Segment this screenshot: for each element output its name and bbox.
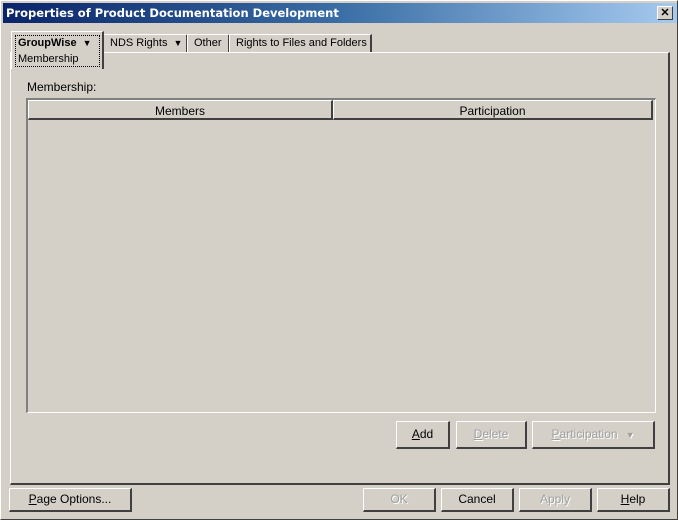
participation-label: articipation xyxy=(559,427,618,441)
delete-button[interactable]: Delete xyxy=(456,421,527,449)
close-icon: ✕ xyxy=(660,7,670,19)
tab-groupwise-subpage: Membership xyxy=(18,53,79,65)
participation-button[interactable]: Participation ▼ xyxy=(532,421,655,449)
apply-label: Apply xyxy=(539,492,571,506)
page-options-label: age Options... xyxy=(36,492,112,506)
column-header-participation[interactable]: Participation xyxy=(333,100,653,120)
tab-other-label: Other xyxy=(194,37,222,49)
tab-groupwise-label: GroupWise ▼ xyxy=(18,37,92,49)
properties-dialog: Properties of Product Documentation Deve… xyxy=(0,0,678,520)
tab-nds-rights[interactable]: NDS Rights ▼ xyxy=(103,34,188,53)
chevron-down-icon[interactable]: ▼ xyxy=(173,35,182,52)
cancel-button[interactable]: Cancel xyxy=(441,488,514,512)
tab-nds-rights-label: NDS Rights xyxy=(110,37,168,49)
add-button[interactable]: Add xyxy=(396,421,450,449)
column-header-members[interactable]: Members xyxy=(28,100,333,120)
help-button[interactable]: Help xyxy=(597,488,670,512)
chevron-down-icon[interactable]: ▼ xyxy=(83,38,92,48)
add-label: dd xyxy=(419,427,434,441)
close-button[interactable]: ✕ xyxy=(657,6,673,20)
title-bar[interactable]: Properties of Product Documentation Deve… xyxy=(3,3,677,23)
tab-rights-label: Rights to Files and Folders xyxy=(236,37,367,49)
chevron-down-icon: ▼ xyxy=(625,430,635,440)
add-mnemonic: A xyxy=(411,427,420,441)
tab-other[interactable]: Other xyxy=(187,34,230,53)
page-options-mnemonic: P xyxy=(28,492,37,506)
delete-label: elete xyxy=(482,427,509,441)
membership-table[interactable]: Members Participation xyxy=(26,98,656,413)
ok-button[interactable]: OK xyxy=(363,488,436,512)
window-title: Properties of Product Documentation Deve… xyxy=(6,6,339,20)
apply-button[interactable]: Apply xyxy=(519,488,592,512)
participation-mnemonic: P xyxy=(551,427,560,441)
tab-rights-to-files-and-folders[interactable]: Rights to Files and Folders xyxy=(229,34,372,53)
help-label: elp xyxy=(629,492,646,506)
delete-mnemonic: D xyxy=(473,427,483,441)
tab-groupwise[interactable]: GroupWise ▼ Membership xyxy=(11,31,104,69)
membership-label: Membership: xyxy=(27,80,97,94)
page-options-button[interactable]: Page Options... xyxy=(9,488,132,512)
ok-label: OK xyxy=(390,492,408,506)
cancel-label: Cancel xyxy=(458,492,496,506)
tab-groupwise-text: GroupWise xyxy=(18,37,77,49)
